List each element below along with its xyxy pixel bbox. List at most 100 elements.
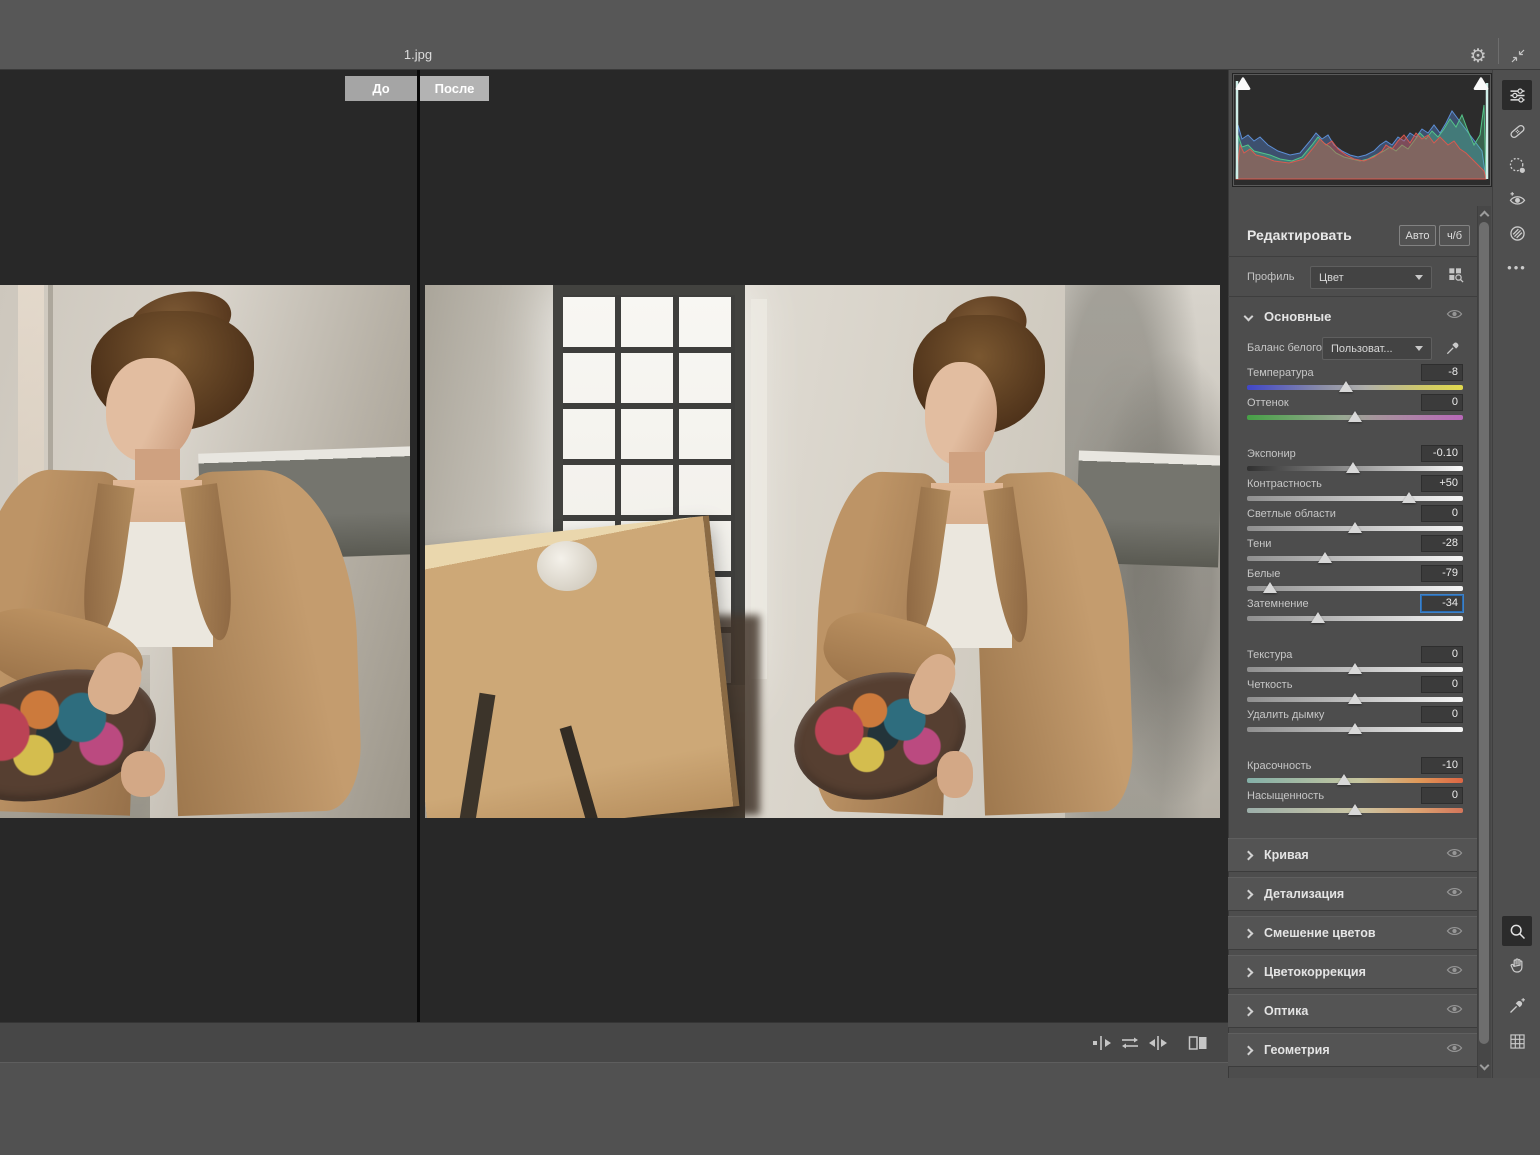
slider-row: Четкость0 xyxy=(1247,676,1463,706)
copy-to-after-button[interactable] xyxy=(1146,1031,1170,1055)
slider-row: Экспонир -0.10 xyxy=(1247,445,1463,475)
grid-icon xyxy=(1507,1031,1528,1052)
slider-track[interactable] xyxy=(1247,697,1463,702)
slider-thumb[interactable] xyxy=(1263,582,1277,593)
sliders-list: Температура-8Оттенок0Экспонир-0.10Контра… xyxy=(1228,364,1477,817)
tab-before[interactable]: До xyxy=(345,76,417,101)
slider-value-input[interactable]: 0 xyxy=(1421,787,1463,804)
slider-value-input[interactable]: 0 xyxy=(1421,706,1463,723)
redeye-tool-button[interactable] xyxy=(1502,184,1532,214)
visibility-eye-button[interactable] xyxy=(1446,963,1463,981)
slider-value-input[interactable]: 0 xyxy=(1421,676,1463,693)
white-balance-dropdown[interactable]: Пользоват... xyxy=(1322,337,1432,360)
slider-value-input[interactable]: -10 xyxy=(1421,757,1463,774)
section-bar[interactable]: Оптика xyxy=(1228,994,1477,1028)
browse-profiles-button[interactable] xyxy=(1446,265,1466,290)
before-after-view-button[interactable] xyxy=(1186,1031,1210,1055)
slider-row: Светлые области0 xyxy=(1247,505,1463,535)
slider-thumb[interactable] xyxy=(1337,774,1351,785)
scrollbar-thumb[interactable] xyxy=(1479,222,1489,1044)
visibility-eye-button[interactable] xyxy=(1446,924,1463,942)
histogram[interactable] xyxy=(1233,74,1491,186)
slider-thumb[interactable] xyxy=(1348,522,1362,533)
slider-track[interactable] xyxy=(1247,586,1463,591)
highlight-clipping-warning[interactable] xyxy=(1473,76,1489,92)
visibility-eye-button[interactable] xyxy=(1446,307,1463,325)
wb-eyedropper-icon xyxy=(1444,337,1464,357)
slider-label: Экспонир xyxy=(1247,448,1296,460)
mask-tool-button[interactable] xyxy=(1502,150,1532,180)
section-bar[interactable]: Геометрия xyxy=(1228,1033,1477,1067)
slider-thumb[interactable] xyxy=(1348,411,1362,422)
slider-track[interactable] xyxy=(1247,385,1463,390)
tab-after[interactable]: После xyxy=(420,76,489,101)
slider-value-input[interactable]: -8 xyxy=(1421,364,1463,381)
slider-thumb[interactable] xyxy=(1346,462,1360,473)
slider-label: Белые xyxy=(1247,568,1280,580)
profile-dropdown[interactable]: Цвет xyxy=(1310,266,1432,289)
slider-value-input[interactable]: 0 xyxy=(1421,505,1463,522)
section-bar[interactable]: Кривая xyxy=(1228,838,1477,872)
section-bar[interactable]: Цветокоррекция xyxy=(1228,955,1477,989)
white-balance-tool-button[interactable] xyxy=(1502,990,1532,1020)
settings-gear-button[interactable]: ⚙ xyxy=(1463,41,1493,71)
collapse-icon xyxy=(1509,47,1527,65)
slider-thumb[interactable] xyxy=(1348,723,1362,734)
slider-track[interactable] xyxy=(1247,556,1463,561)
more-tool-button[interactable]: ••• xyxy=(1502,252,1532,282)
slider-track[interactable] xyxy=(1247,778,1463,783)
bw-button[interactable]: ч/б xyxy=(1439,225,1470,246)
grid-tool-button[interactable] xyxy=(1502,1026,1532,1056)
visibility-eye-button[interactable] xyxy=(1446,846,1463,864)
slider-value-input[interactable]: -28 xyxy=(1421,535,1463,552)
visibility-eye-button[interactable] xyxy=(1446,1002,1463,1020)
visibility-eye-button[interactable] xyxy=(1446,1041,1463,1059)
slider-track[interactable] xyxy=(1247,466,1463,471)
slider-track[interactable] xyxy=(1247,526,1463,531)
slider-thumb[interactable] xyxy=(1402,492,1416,503)
slider-thumb[interactable] xyxy=(1311,612,1325,623)
swap-before-after-button[interactable] xyxy=(1118,1031,1142,1055)
slider-track[interactable] xyxy=(1247,808,1463,813)
edit-tool-button[interactable] xyxy=(1502,80,1532,110)
slider-value-input[interactable]: -79 xyxy=(1421,565,1463,582)
woman-figure xyxy=(0,293,350,813)
slider-row: Удалить дымку0 xyxy=(1247,706,1463,736)
visibility-eye-button[interactable] xyxy=(1446,885,1463,903)
section-bar[interactable]: Детализация xyxy=(1228,877,1477,911)
slider-value-input[interactable]: 0 xyxy=(1421,646,1463,663)
slider-track[interactable] xyxy=(1247,727,1463,732)
slider-track[interactable] xyxy=(1247,616,1463,621)
separator xyxy=(1228,256,1477,257)
slider-thumb[interactable] xyxy=(1348,693,1362,704)
heal-tool-button[interactable] xyxy=(1502,116,1532,146)
slider-row: Оттенок0 xyxy=(1247,394,1463,424)
slider-thumb[interactable] xyxy=(1318,552,1332,563)
slider-thumb[interactable] xyxy=(1348,804,1362,815)
copy-to-before-button[interactable] xyxy=(1090,1031,1114,1055)
eye-icon xyxy=(1446,308,1463,320)
zoom-tool-button[interactable] xyxy=(1502,916,1532,946)
slider-track[interactable] xyxy=(1247,415,1463,420)
slider-thumb[interactable] xyxy=(1348,663,1362,674)
slider-value-input[interactable]: +50 xyxy=(1421,475,1463,492)
white-balance-value: Пользоват... xyxy=(1331,343,1393,355)
photo-after[interactable] xyxy=(425,285,1220,818)
collapse-panel-button[interactable] xyxy=(1503,41,1533,71)
figure-face xyxy=(106,358,195,462)
shadow-clipping-warning[interactable] xyxy=(1235,76,1251,92)
slider-value-input[interactable]: -34 xyxy=(1421,595,1463,612)
profile-value: Цвет xyxy=(1319,272,1344,284)
slider-track[interactable] xyxy=(1247,496,1463,501)
slider-value-input[interactable]: 0 xyxy=(1421,394,1463,411)
section-basic-header[interactable]: Основные xyxy=(1228,300,1477,332)
slider-thumb[interactable] xyxy=(1339,381,1353,392)
section-bar[interactable]: Смешение цветов xyxy=(1228,916,1477,950)
photo-before[interactable] xyxy=(0,285,410,818)
auto-button[interactable]: Авто xyxy=(1399,225,1436,246)
presets-tool-button[interactable] xyxy=(1502,218,1532,248)
wb-eyedropper-button[interactable] xyxy=(1444,337,1464,362)
slider-value-input[interactable]: -0.10 xyxy=(1421,445,1463,462)
slider-track[interactable] xyxy=(1247,667,1463,672)
hand-tool-button[interactable] xyxy=(1502,950,1532,980)
